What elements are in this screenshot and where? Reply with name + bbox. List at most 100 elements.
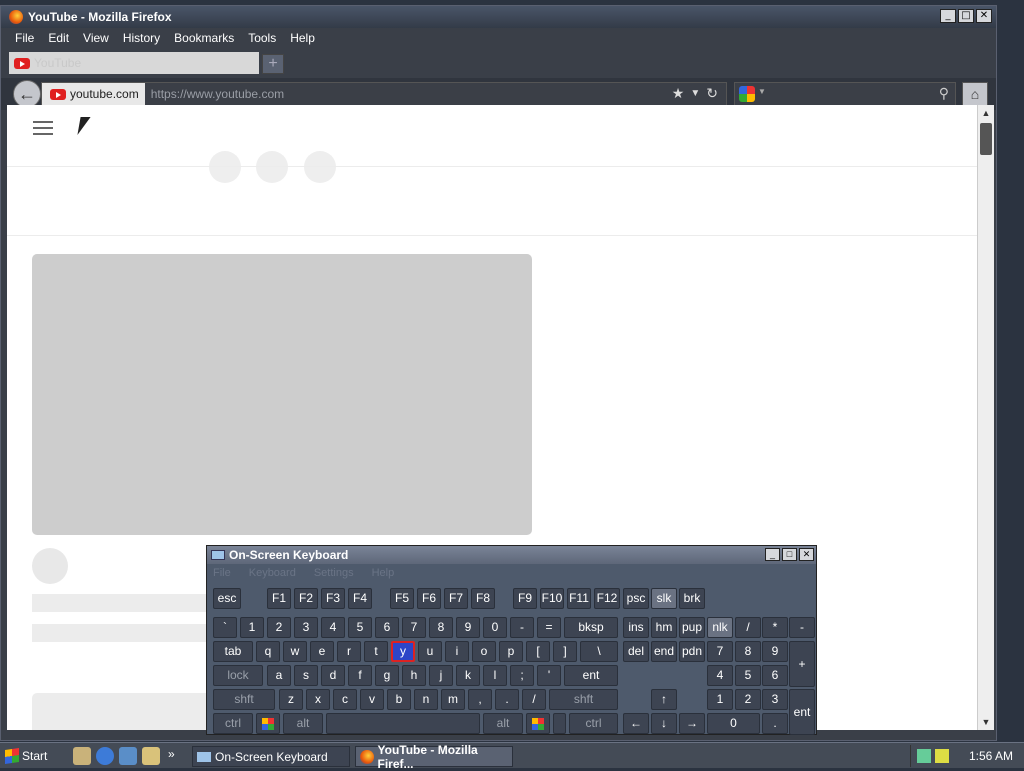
key-lctrl[interactable]: ctrl <box>213 713 253 734</box>
key-u[interactable]: u <box>418 641 442 662</box>
key-right[interactable]: → <box>679 713 705 734</box>
osk-menu-keyboard[interactable]: Keyboard <box>249 567 296 579</box>
key-s[interactable]: s <box>294 665 318 686</box>
key-e[interactable]: e <box>310 641 334 662</box>
key-rctrl[interactable]: ctrl <box>569 713 618 734</box>
url-bar[interactable]: youtube.com https://www.youtube.com ★ ▼ … <box>41 82 727 106</box>
key-t[interactable]: t <box>364 641 388 662</box>
key-bksp[interactable]: bksp <box>564 617 618 638</box>
key-n7[interactable]: 7 <box>402 617 426 638</box>
menu-edit[interactable]: Edit <box>42 31 77 45</box>
key-x[interactable]: x <box>306 689 330 710</box>
clock[interactable]: 1:56 AM <box>969 749 1013 763</box>
key-kdot[interactable]: . <box>762 713 788 734</box>
taskbar-firefox[interactable]: YouTube - Mozilla Firef... <box>355 743 513 771</box>
key-n4[interactable]: 4 <box>321 617 345 638</box>
key-nlk[interactable]: nlk <box>707 617 733 638</box>
key-ent[interactable]: ent <box>564 665 618 686</box>
key-o[interactable]: o <box>472 641 496 662</box>
key-dot[interactable]: . <box>495 689 519 710</box>
key-z[interactable]: z <box>279 689 303 710</box>
key-comma[interactable]: , <box>468 689 492 710</box>
key-quote[interactable]: ' <box>537 665 561 686</box>
google-icon[interactable] <box>739 86 755 102</box>
key-i[interactable]: i <box>445 641 469 662</box>
scroll-down-icon[interactable]: ▼ <box>978 714 994 730</box>
reload-icon[interactable]: ↻ <box>706 85 718 103</box>
key-k0[interactable]: 0 <box>707 713 760 734</box>
key-d[interactable]: d <box>321 665 345 686</box>
key-esc[interactable]: esc <box>213 588 241 609</box>
key-down[interactable]: ↓ <box>651 713 677 734</box>
key-f10[interactable]: F10 <box>540 588 564 609</box>
quick-launch-more-icon[interactable]: » <box>168 747 175 761</box>
key-pup[interactable]: pup <box>679 617 705 638</box>
key-end[interactable]: end <box>651 641 677 662</box>
speaker-icon[interactable] <box>935 749 949 763</box>
taskbar-osk[interactable]: On-Screen Keyboard <box>192 746 350 767</box>
key-kminus[interactable]: - <box>789 617 815 638</box>
key-kdiv[interactable]: / <box>735 617 761 638</box>
osk-menu-file[interactable]: File <box>213 567 231 579</box>
key-psc[interactable]: psc <box>623 588 649 609</box>
search-box[interactable]: ▼ ⚲ <box>734 82 956 106</box>
bookmark-star-icon[interactable]: ★ <box>672 85 685 103</box>
key-rbr[interactable]: ] <box>553 641 577 662</box>
key-k7[interactable]: 7 <box>707 641 733 662</box>
video-thumbnail-placeholder[interactable] <box>32 254 532 535</box>
key-n8[interactable]: 8 <box>429 617 453 638</box>
key-f11[interactable]: F11 <box>567 588 591 609</box>
key-f7[interactable]: F7 <box>444 588 468 609</box>
start-button[interactable]: Start <box>2 746 58 766</box>
back-button[interactable]: ← <box>13 80 41 108</box>
key-rwin[interactable] <box>526 713 550 734</box>
key-grave[interactable]: ` <box>213 617 237 638</box>
minimize-button[interactable]: _ <box>940 9 956 23</box>
key-n5[interactable]: 5 <box>348 617 372 638</box>
hamburger-menu-icon[interactable] <box>33 121 53 135</box>
key-r[interactable]: r <box>337 641 361 662</box>
key-f5[interactable]: F5 <box>390 588 414 609</box>
key-f[interactable]: f <box>348 665 372 686</box>
scroll-thumb[interactable] <box>980 123 992 155</box>
key-v[interactable]: v <box>360 689 384 710</box>
key-brk[interactable]: brk <box>679 588 705 609</box>
key-lock[interactable]: lock <box>213 665 263 686</box>
key-del[interactable]: del <box>623 641 649 662</box>
key-k2[interactable]: 2 <box>735 689 761 710</box>
key-f8[interactable]: F8 <box>471 588 495 609</box>
key-hm[interactable]: hm <box>651 617 677 638</box>
key-f6[interactable]: F6 <box>417 588 441 609</box>
outlook-express-icon[interactable] <box>119 747 137 765</box>
key-k9[interactable]: 9 <box>762 641 788 662</box>
key-k3[interactable]: 3 <box>762 689 788 710</box>
key-n2[interactable]: 2 <box>267 617 291 638</box>
key-k1[interactable]: 1 <box>707 689 733 710</box>
key-slash[interactable]: / <box>522 689 546 710</box>
network-icon[interactable] <box>917 749 931 763</box>
key-f4[interactable]: F4 <box>348 588 372 609</box>
new-tab-button[interactable]: + <box>262 54 284 74</box>
key-up[interactable]: ↑ <box>651 689 677 710</box>
key-lalt[interactable]: alt <box>283 713 323 734</box>
osk-title-bar[interactable]: On-Screen Keyboard _ □ ✕ <box>207 546 816 564</box>
show-desktop-icon[interactable] <box>73 747 91 765</box>
osk-close-button[interactable]: ✕ <box>799 548 814 561</box>
scroll-up-icon[interactable]: ▲ <box>978 105 994 121</box>
key-l[interactable]: l <box>483 665 507 686</box>
key-b[interactable]: b <box>387 689 411 710</box>
osk-minimize-button[interactable]: _ <box>765 548 780 561</box>
key-rshft[interactable]: shft <box>549 689 618 710</box>
key-bsl[interactable]: \ <box>580 641 618 662</box>
title-bar[interactable]: YouTube - Mozilla Firefox _ □ ✕ <box>1 6 996 28</box>
tab-youtube[interactable]: YouTube <box>9 52 259 74</box>
key-ralt[interactable]: alt <box>483 713 523 734</box>
key-minus[interactable]: - <box>510 617 534 638</box>
media-player-icon[interactable] <box>142 747 160 765</box>
menu-history[interactable]: History <box>117 31 168 45</box>
key-j[interactable]: j <box>429 665 453 686</box>
menu-help[interactable]: Help <box>284 31 323 45</box>
menu-bookmarks[interactable]: Bookmarks <box>168 31 242 45</box>
key-f3[interactable]: F3 <box>321 588 345 609</box>
osk-maximize-button[interactable]: □ <box>782 548 797 561</box>
